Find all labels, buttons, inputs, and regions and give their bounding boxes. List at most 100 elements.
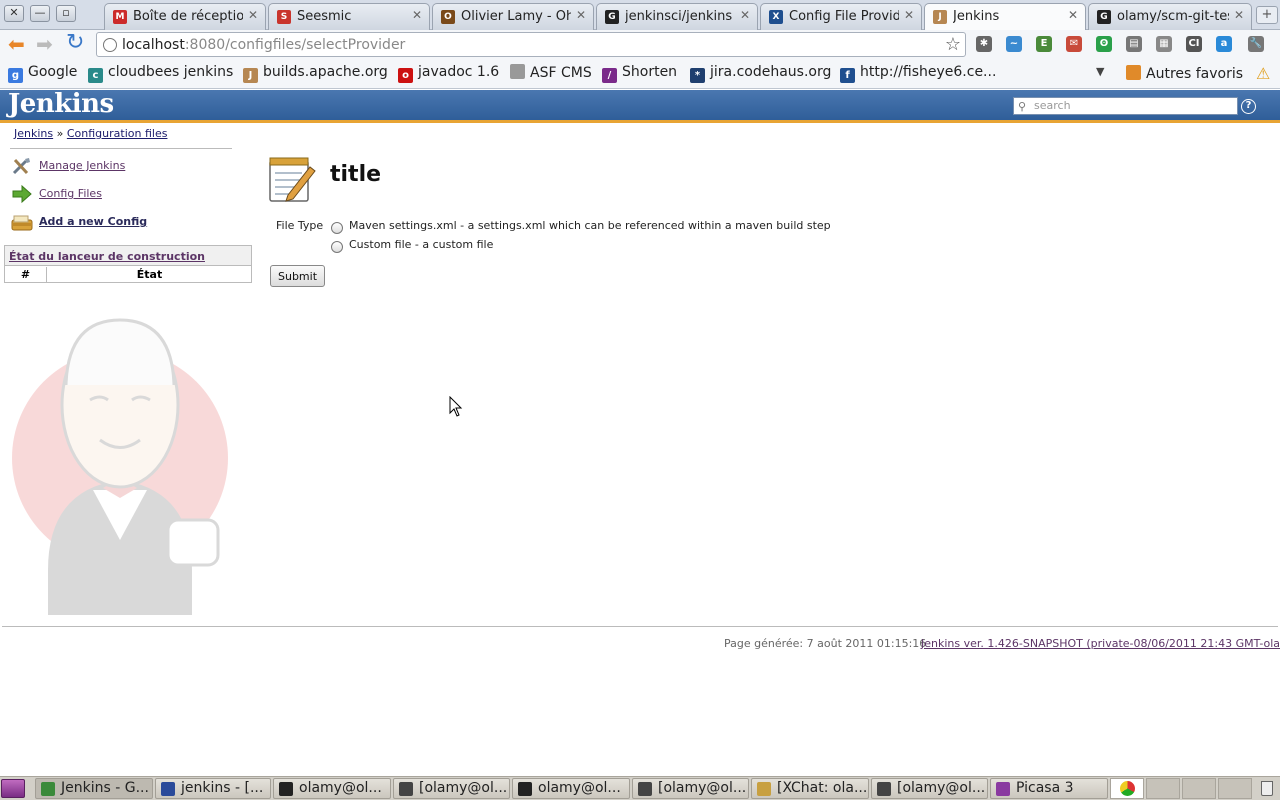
browser-tab[interactable]: X Config File Provider ✕ bbox=[760, 3, 922, 30]
tab-close-icon[interactable]: ✕ bbox=[412, 8, 422, 22]
new-file-icon bbox=[11, 215, 33, 231]
arrow-right-icon bbox=[12, 184, 32, 204]
notepad-icon bbox=[269, 157, 316, 202]
trash-icon[interactable] bbox=[1256, 778, 1278, 799]
tab-close-icon[interactable]: ✕ bbox=[576, 8, 586, 22]
window-maximize-button[interactable]: ▫ bbox=[56, 5, 76, 22]
extension-ci-icon[interactable]: CI bbox=[1186, 36, 1202, 52]
bookmark-label: builds.apache.org bbox=[263, 64, 388, 80]
submit-button[interactable]: Submit bbox=[270, 265, 325, 287]
workspace-2[interactable] bbox=[1182, 778, 1216, 799]
taskbar-task[interactable]: [olamy@ol... bbox=[632, 778, 749, 799]
tab-close-icon[interactable]: ✕ bbox=[1068, 8, 1078, 22]
extension-grid-icon[interactable]: ▦ bbox=[1156, 36, 1172, 52]
terminal-icon bbox=[638, 782, 652, 796]
workspace-1[interactable] bbox=[1146, 778, 1180, 799]
bookmark-label: Google bbox=[28, 64, 78, 80]
bookmark-item[interactable]: / Shorten bbox=[602, 64, 677, 83]
jenkins-icon: J bbox=[243, 68, 258, 83]
taskbar-task[interactable]: Picasa 3 bbox=[990, 778, 1108, 799]
browser-tab-label: olamy/scm-git-test bbox=[1117, 9, 1229, 24]
search-input[interactable]: ⚲ search bbox=[1013, 97, 1238, 115]
maven-settings-option-label[interactable]: Maven settings.xml - a settings.xml whic… bbox=[349, 219, 831, 232]
browser-tab[interactable]: Gjenkinsci/jenkins - G ✕ bbox=[596, 3, 758, 30]
breadcrumb: Jenkins » Configuration files bbox=[14, 127, 167, 140]
browser-tab[interactable]: J Jenkins ✕ bbox=[924, 3, 1086, 31]
breadcrumb-jenkins[interactable]: Jenkins bbox=[14, 127, 53, 140]
executor-col-state: État bbox=[136, 268, 163, 281]
help-icon[interactable]: ? bbox=[1241, 99, 1256, 114]
browser-tab[interactable]: M Boîte de réception ✕ bbox=[104, 3, 266, 30]
tab-close-icon[interactable]: ✕ bbox=[904, 8, 914, 22]
custom-file-option-label[interactable]: Custom file - a custom file bbox=[349, 238, 493, 251]
cloudbees-icon: c bbox=[88, 68, 103, 83]
maven-settings-radio[interactable] bbox=[331, 222, 343, 234]
taskbar-task[interactable]: olamy@ol... bbox=[512, 778, 630, 799]
gmail-icon: M bbox=[113, 10, 127, 24]
breadcrumb-separator: » bbox=[56, 127, 64, 140]
fisheye-icon: f bbox=[840, 68, 855, 83]
jenkins-butler-watermark bbox=[12, 318, 228, 615]
browser-tab[interactable]: S Seesmic ✕ bbox=[268, 3, 430, 30]
taskbar-task-label: olamy@ol... bbox=[299, 780, 382, 796]
bookmark-item[interactable]: ASF CMS bbox=[510, 64, 592, 81]
bookmarks-overflow-chevron-icon[interactable]: ▼ bbox=[1096, 65, 1104, 78]
seesmic-icon: S bbox=[277, 10, 291, 24]
terminal-icon bbox=[877, 782, 891, 796]
bookmark-item[interactable]: c cloudbees jenkins bbox=[88, 64, 233, 83]
bookmark-item[interactable]: Jbuilds.apache.org bbox=[243, 64, 388, 83]
header-accent-stripe bbox=[0, 120, 1280, 123]
custom-file-radio[interactable] bbox=[331, 241, 343, 253]
extension-a-icon[interactable]: a bbox=[1216, 36, 1232, 52]
new-tab-button[interactable]: + bbox=[1256, 6, 1278, 24]
start-menu-button[interactable] bbox=[1, 779, 25, 798]
bookmark-item[interactable]: f http://fisheye6.ce... bbox=[840, 64, 996, 83]
terminal-icon bbox=[518, 782, 532, 796]
bookmark-label: jira.codehaus.org bbox=[710, 64, 832, 80]
taskbar-task[interactable]: [XChat: ola... bbox=[751, 778, 869, 799]
breadcrumb-configuration-files[interactable]: Configuration files bbox=[67, 127, 168, 140]
forward-icon[interactable]: ➡ bbox=[36, 34, 53, 54]
terminal-icon bbox=[399, 782, 413, 796]
footer-version-link[interactable]: Jenkins ver. 1.426-SNAPSHOT (private-08/… bbox=[921, 637, 1280, 650]
window-close-button[interactable]: ✕ bbox=[4, 5, 24, 22]
extension-mail-icon[interactable]: ✉ bbox=[1066, 36, 1082, 52]
bookmark-label: javadoc 1.6 bbox=[418, 64, 500, 80]
search-icon: ⚲ bbox=[1018, 100, 1027, 113]
window-minimize-button[interactable]: — bbox=[30, 5, 50, 22]
bookmark-item[interactable]: * jira.codehaus.org bbox=[690, 64, 831, 83]
taskbar-task[interactable]: [olamy@ol... bbox=[393, 778, 510, 799]
taskbar-task[interactable]: olamy@ol... bbox=[273, 778, 391, 799]
extension-green-icon[interactable]: ʘ bbox=[1096, 36, 1112, 52]
executor-status-title[interactable]: État du lanceur de construction bbox=[5, 246, 251, 266]
github-icon: G bbox=[1097, 10, 1111, 24]
browser-tab-label: jenkinsci/jenkins - G bbox=[625, 9, 735, 24]
bookmark-item[interactable]: o javadoc 1.6 bbox=[398, 64, 499, 83]
tray-chrome-icon[interactable] bbox=[1110, 778, 1144, 799]
codehaus-icon: * bbox=[690, 68, 705, 83]
browser-tab[interactable]: Golamy/scm-git-test ✕ bbox=[1088, 3, 1252, 30]
jenkins-logo[interactable]: Jenkins bbox=[8, 89, 114, 119]
address-bar[interactable]: localhost:8080/configfiles/selectProvide… bbox=[96, 32, 966, 57]
extension-print-icon[interactable]: ▤ bbox=[1126, 36, 1142, 52]
warning-icon[interactable]: ⚠ bbox=[1256, 64, 1270, 83]
browser-tab-label: Config File Provider bbox=[789, 9, 899, 24]
browser-tab-label: Jenkins bbox=[953, 9, 1000, 24]
back-icon[interactable]: ⬅ bbox=[8, 34, 25, 54]
taskbar-task[interactable]: Jenkins - G... bbox=[35, 778, 153, 799]
bookmark-star-icon[interactable]: ☆ bbox=[945, 34, 961, 55]
workspace-3[interactable] bbox=[1218, 778, 1252, 799]
wrench-menu-icon[interactable]: 🔧 bbox=[1248, 36, 1264, 52]
reload-icon[interactable]: ↻ bbox=[66, 32, 84, 54]
tab-close-icon[interactable]: ✕ bbox=[1234, 8, 1244, 22]
taskbar-task[interactable]: [olamy@ol... bbox=[871, 778, 988, 799]
tab-close-icon[interactable]: ✕ bbox=[740, 8, 750, 22]
extension-bug-icon[interactable]: ✱ bbox=[976, 36, 992, 52]
extension-evernote-icon[interactable]: E bbox=[1036, 36, 1052, 52]
extension-bird-icon[interactable]: ~ bbox=[1006, 36, 1022, 52]
browser-tab[interactable]: O Olivier Lamy - Ohlo ✕ bbox=[432, 3, 594, 30]
tab-close-icon[interactable]: ✕ bbox=[248, 8, 258, 22]
taskbar-task[interactable]: jenkins - [... bbox=[155, 778, 271, 799]
other-bookmarks-folder[interactable]: Autres favoris bbox=[1126, 65, 1243, 82]
bookmark-item[interactable]: g Google bbox=[8, 64, 77, 83]
